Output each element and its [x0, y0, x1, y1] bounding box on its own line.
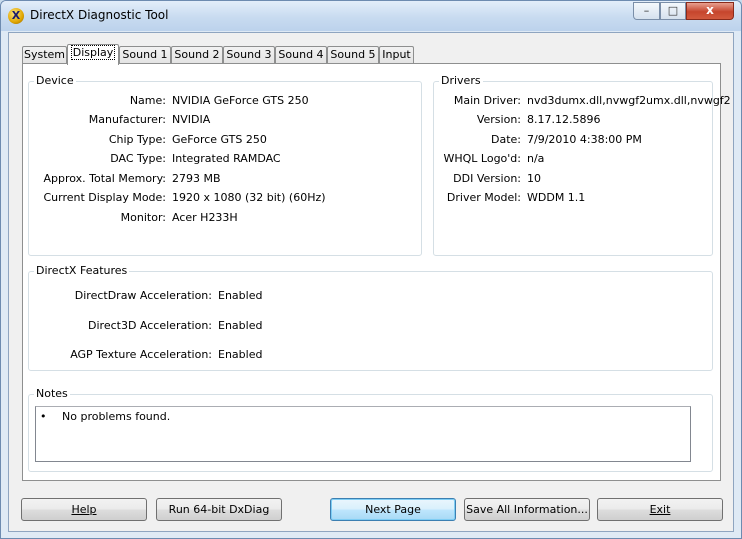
tab-display-label: Display: [70, 45, 116, 60]
direct3d-value: Enabled: [218, 319, 263, 332]
driver-model-value: WDDM 1.1: [527, 191, 586, 204]
notes-textbox[interactable]: • No problems found.: [35, 406, 691, 462]
direct3d-label: Direct3D Acceleration:: [88, 319, 212, 332]
window-title: DirectX Diagnostic Tool: [30, 8, 169, 22]
tab-input[interactable]: Input: [379, 46, 414, 64]
directdraw-value: Enabled: [218, 289, 263, 302]
directx-features-label: DirectX Features: [34, 264, 130, 277]
whql-label: WHQL Logo'd:: [443, 152, 521, 165]
driver-date-value: 7/9/2010 4:38:00 PM: [527, 133, 642, 146]
device-dac-type-label: DAC Type:: [110, 152, 166, 165]
device-monitor-value: Acer H233H: [172, 211, 238, 224]
maximize-button[interactable]: □: [660, 2, 686, 20]
notes-bullet: •: [40, 410, 47, 423]
device-row: DAC Type: Integrated RAMDAC: [29, 152, 421, 166]
feature-row: DirectDraw Acceleration: Enabled: [29, 289, 712, 303]
agp-value: Enabled: [218, 348, 263, 361]
device-chip-type-label: Chip Type:: [108, 133, 166, 146]
tab-display[interactable]: Display: [67, 44, 119, 65]
notes-text: No problems found.: [62, 410, 171, 423]
directx-features-group: DirectX Features DirectDraw Acceleration…: [28, 264, 713, 371]
device-manufacturer-value: NVIDIA: [172, 113, 211, 126]
title-bar[interactable]: X DirectX Diagnostic Tool – □ x: [1, 1, 741, 31]
device-row: Manufacturer: NVIDIA: [29, 113, 421, 127]
tab-sound-1[interactable]: Sound 1: [119, 46, 171, 64]
display-tab-panel: Device Name: NVIDIA GeForce GTS 250 Manu…: [22, 63, 731, 481]
device-group: Device Name: NVIDIA GeForce GTS 250 Manu…: [28, 74, 422, 256]
driver-row: WHQL Logo'd: n/a: [434, 152, 712, 166]
device-group-label: Device: [34, 74, 76, 87]
main-driver-value: nvd3dumx.dll,nvwgf2umx.dll,nvwgf2: [527, 94, 731, 107]
device-display-mode-label: Current Display Mode:: [43, 191, 166, 204]
minimize-button[interactable]: –: [633, 2, 660, 20]
tab-sound-5[interactable]: Sound 5: [327, 46, 379, 64]
device-chip-type-value: GeForce GTS 250: [172, 133, 267, 146]
directx-icon: X: [8, 8, 24, 24]
driver-row: Main Driver: nvd3dumx.dll,nvwgf2umx.dll,…: [434, 94, 731, 108]
tab-sound-3[interactable]: Sound 3: [223, 46, 275, 64]
save-all-information-button[interactable]: Save All Information...: [464, 498, 590, 521]
tab-sound-4[interactable]: Sound 4: [275, 46, 327, 64]
ddi-version-label: DDI Version:: [453, 172, 521, 185]
run-64bit-label: Run 64-bit DxDiag: [168, 503, 270, 516]
device-row: Approx. Total Memory: 2793 MB: [29, 172, 421, 186]
device-name-value: NVIDIA GeForce GTS 250: [172, 94, 309, 107]
close-button[interactable]: x: [686, 2, 734, 20]
help-button[interactable]: Help: [21, 498, 147, 521]
driver-row: Date: 7/9/2010 4:38:00 PM: [434, 133, 712, 147]
save-all-label: Save All Information...: [466, 503, 588, 516]
notes-group: Notes • No problems found.: [28, 387, 713, 472]
drivers-group-label: Drivers: [439, 74, 483, 87]
device-name-label: Name:: [129, 94, 166, 107]
driver-date-label: Date:: [491, 133, 521, 146]
feature-row: AGP Texture Acceleration: Enabled: [29, 348, 712, 362]
device-row: Monitor: Acer H233H: [29, 211, 421, 225]
exit-button-label: Exit: [649, 503, 671, 516]
notes-group-label: Notes: [34, 387, 70, 400]
app-window: X DirectX Diagnostic Tool – □ x System D…: [0, 0, 742, 539]
device-display-mode-value: 1920 x 1080 (32 bit) (60Hz): [172, 191, 326, 204]
device-monitor-label: Monitor:: [120, 211, 166, 224]
directdraw-label: DirectDraw Acceleration:: [74, 289, 212, 302]
driver-version-label: Version:: [476, 113, 521, 126]
device-memory-label: Approx. Total Memory:: [43, 172, 167, 185]
driver-row: Version: 8.17.12.5896: [434, 113, 712, 127]
driver-version-value: 8.17.12.5896: [527, 113, 601, 126]
next-page-button[interactable]: Next Page: [330, 498, 456, 521]
tab-system[interactable]: System: [22, 46, 67, 64]
device-dac-type-value: Integrated RAMDAC: [172, 152, 281, 165]
device-row: Current Display Mode: 1920 x 1080 (32 bi…: [29, 191, 421, 205]
whql-value: n/a: [527, 152, 545, 165]
drivers-group: Drivers Main Driver: nvd3dumx.dll,nvwgf2…: [433, 74, 731, 256]
agp-label: AGP Texture Acceleration:: [70, 348, 212, 361]
driver-row: Driver Model: WDDM 1.1: [434, 191, 712, 205]
device-row: Name: NVIDIA GeForce GTS 250: [29, 94, 421, 108]
help-button-label: Help: [71, 503, 97, 516]
driver-model-label: Driver Model:: [446, 191, 521, 204]
ddi-version-value: 10: [527, 172, 541, 185]
tab-sound-2[interactable]: Sound 2: [171, 46, 223, 64]
feature-row: Direct3D Acceleration: Enabled: [29, 319, 712, 333]
device-manufacturer-label: Manufacturer:: [88, 113, 166, 126]
exit-button[interactable]: Exit: [597, 498, 723, 521]
device-row: Chip Type: GeForce GTS 250: [29, 133, 421, 147]
driver-row: DDI Version: 10: [434, 172, 712, 186]
device-memory-value: 2793 MB: [172, 172, 221, 185]
next-page-label: Next Page: [365, 503, 421, 516]
main-driver-label: Main Driver:: [453, 94, 521, 107]
dialog-client-area: System Display Sound 1 Sound 2 Sound 3 S…: [8, 32, 734, 532]
run-64bit-dxdiag-button[interactable]: Run 64-bit DxDiag: [156, 498, 282, 521]
